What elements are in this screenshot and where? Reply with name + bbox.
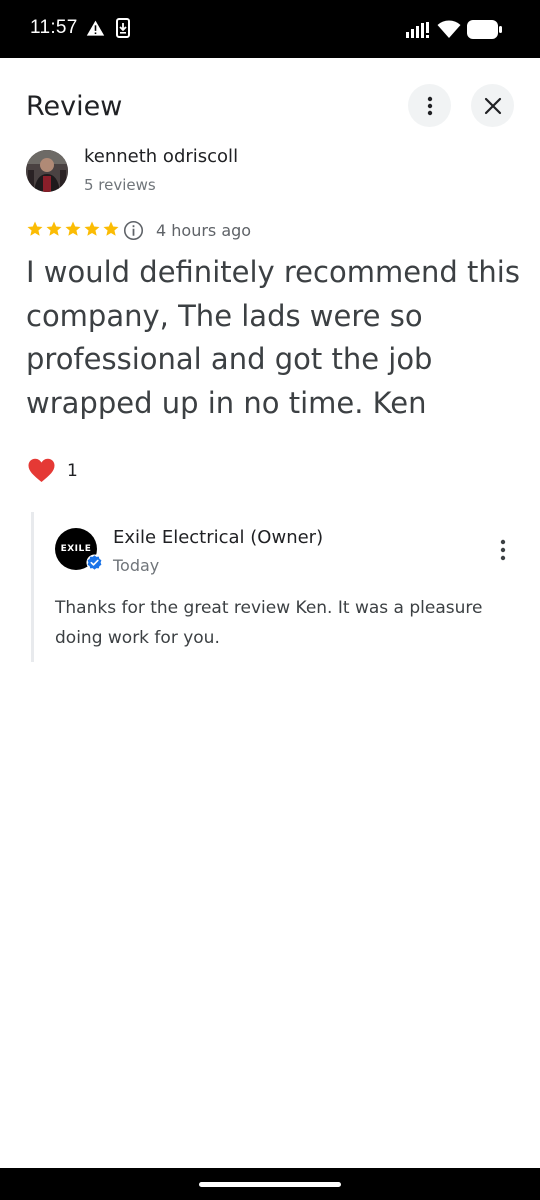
reviewer-review-count: 5 reviews xyxy=(84,176,156,194)
battery-icon xyxy=(467,20,502,39)
verified-icon xyxy=(86,554,103,571)
warning-icon xyxy=(86,20,105,36)
star-rating xyxy=(26,220,120,240)
star-icon xyxy=(65,221,81,236)
reply-divider xyxy=(31,512,34,662)
info-icon[interactable] xyxy=(123,220,144,241)
reviewer-name[interactable]: kenneth odriscoll xyxy=(84,146,238,167)
reviewer-avatar[interactable] xyxy=(26,150,68,192)
status-bar: 11:57 xyxy=(0,0,540,58)
star-icon xyxy=(46,221,62,236)
more-vert-icon[interactable] xyxy=(493,538,513,562)
more-options-button[interactable] xyxy=(408,84,451,127)
wifi-icon xyxy=(437,20,461,38)
close-button[interactable] xyxy=(471,84,514,127)
home-gesture-handle[interactable] xyxy=(199,1182,341,1187)
review-sheet: Review kenneth odriscoll 5 reviews 4 hou… xyxy=(0,58,540,1168)
heart-icon[interactable] xyxy=(28,458,55,483)
star-icon xyxy=(103,221,119,236)
download-icon xyxy=(116,18,130,38)
avatar-photo xyxy=(26,150,68,192)
review-text: I would definitely recommend this compan… xyxy=(26,255,520,420)
owner-reply-date: Today xyxy=(113,556,160,575)
owner-reply-text: Thanks for the great review Ken. It was … xyxy=(55,598,483,648)
page-title: Review xyxy=(26,91,123,122)
star-icon xyxy=(84,221,100,236)
close-icon xyxy=(484,97,501,114)
reaction-count: 1 xyxy=(67,461,78,481)
review-time: 4 hours ago xyxy=(156,221,252,240)
navigation-bar xyxy=(0,1168,540,1200)
star-icon xyxy=(27,221,43,236)
owner-logo: EXILE xyxy=(60,544,92,554)
more-vert-icon xyxy=(427,96,432,115)
signal-icon xyxy=(406,22,429,38)
status-time: 11:57 xyxy=(30,17,78,38)
owner-name[interactable]: Exile Electrical (Owner) xyxy=(113,527,323,548)
